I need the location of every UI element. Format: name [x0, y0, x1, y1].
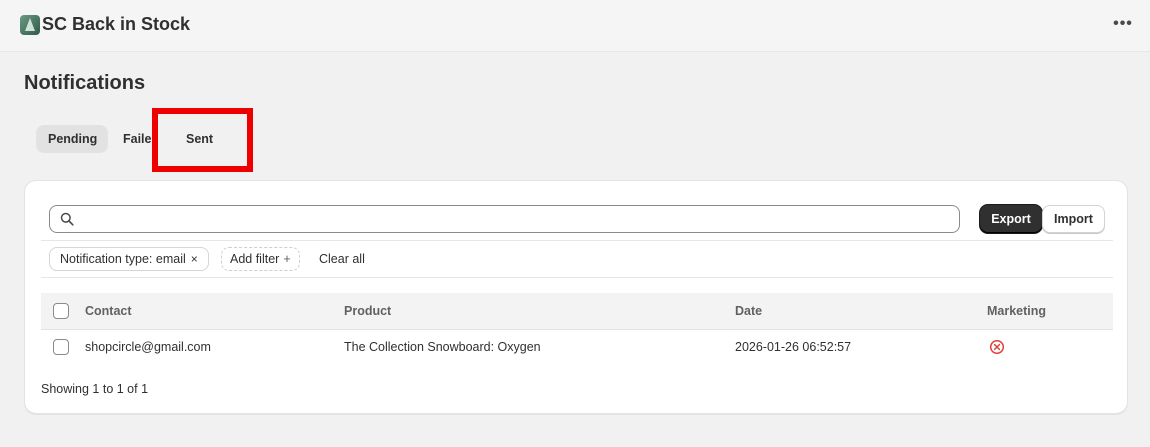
divider [41, 277, 1113, 278]
select-all-checkbox[interactable] [53, 303, 69, 319]
tab-failed[interactable]: Failed [111, 125, 151, 153]
plus-icon: + [283, 252, 291, 266]
x-circle-icon [989, 339, 1005, 355]
remove-filter-icon[interactable]: × [191, 252, 198, 266]
app-title: SC Back in Stock [42, 14, 191, 34]
divider [41, 240, 1113, 241]
row-checkbox[interactable] [53, 339, 69, 355]
cell-date: 2026-01-26 06:52:57 [735, 340, 852, 354]
column-header-marketing[interactable]: Marketing [987, 304, 1046, 318]
app-logo-icon [20, 15, 40, 35]
column-header-product[interactable]: Product [344, 304, 391, 318]
search-input[interactable] [49, 205, 960, 233]
notifications-card: Export Import Notification type: email × … [24, 180, 1128, 414]
add-filter-button[interactable]: Add filter + [221, 247, 300, 271]
page-title: Notifications [24, 72, 146, 94]
column-header-contact[interactable]: Contact [85, 304, 132, 318]
tab-pending[interactable]: Pending [36, 125, 108, 153]
filter-chip-label: Notification type: email [60, 252, 186, 266]
search-icon [60, 212, 74, 226]
more-actions-button[interactable]: ••• [1110, 13, 1136, 37]
import-button[interactable]: Import [1042, 205, 1105, 233]
cell-product: The Collection Snowboard: Oxygen [344, 340, 541, 354]
column-header-date[interactable]: Date [735, 304, 762, 318]
add-filter-label: Add filter [230, 252, 280, 266]
clear-all-button[interactable]: Clear all [319, 252, 365, 266]
cell-contact: shopcircle@gmail.com [85, 340, 211, 354]
filter-chip-notification-type[interactable]: Notification type: email × [49, 247, 209, 271]
app-header: SC Back in Stock ••• [0, 0, 1150, 52]
export-button[interactable]: Export [980, 205, 1042, 233]
table-row[interactable]: shopcircle@gmail.com The Collection Snow… [41, 330, 1113, 366]
highlight-annotation [152, 108, 253, 172]
table-header: Contact Product Date Marketing [41, 293, 1113, 330]
pagination-summary: Showing 1 to 1 of 1 [41, 382, 149, 396]
